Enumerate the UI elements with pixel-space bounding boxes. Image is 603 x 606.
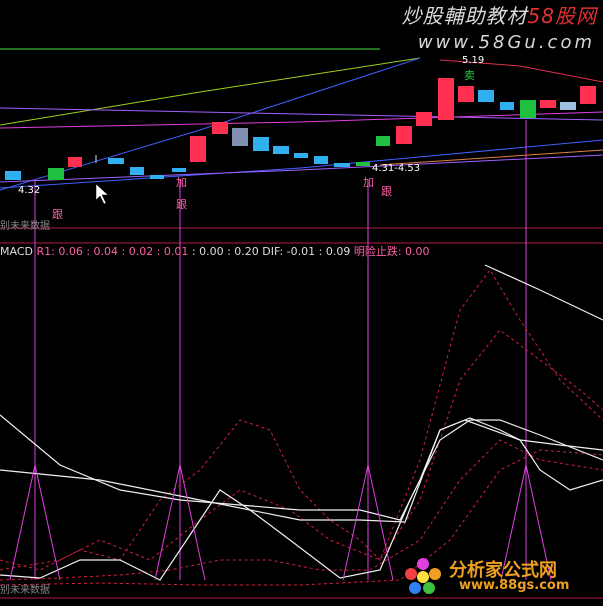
watermark-url: www.58Gu.com <box>417 32 595 53</box>
macd-dotted-lines <box>0 269 603 586</box>
price-low-left-label: 4.32 <box>18 185 41 196</box>
follow-signal-label-2: 跟 <box>176 198 187 211</box>
logo-url: www.88gs.com <box>459 578 570 593</box>
macd-white-lines <box>0 264 603 581</box>
macd-values: : 0.00 : 0.20 <box>191 245 259 258</box>
price-range-label: 4.31-4.53 <box>372 163 421 174</box>
add-signal-label: 加 <box>176 176 187 189</box>
stock-chart <box>0 48 603 599</box>
mouse-cursor <box>95 183 109 205</box>
follow-signal-label: 跟 <box>52 208 63 221</box>
future-data-label-bottom: 别未来数据 <box>0 585 50 596</box>
price-high-label: 5.19 <box>462 55 485 66</box>
follow-signal-label-3: 跟 <box>381 185 392 198</box>
macd-name: MACD <box>0 245 33 258</box>
flower-icon <box>405 558 441 594</box>
candles <box>5 78 596 180</box>
macd-alert: 明险止跌: 0.00 <box>353 245 430 258</box>
blue-ma-2 <box>0 139 603 189</box>
macd-header: MACD R1: 0.06 : 0.04 : 0.02 : 0.01 : 0.0… <box>0 246 430 257</box>
future-data-label-top: 别未来数据 <box>0 221 50 232</box>
watermark-title-cn: 炒股輔助教材 <box>401 4 528 28</box>
site-logo: 分析家公式网 www.88gs.com <box>397 556 597 596</box>
watermark-title-red: 58股网 <box>527 4 597 28</box>
add-signal-label-2: 加 <box>363 176 374 189</box>
sell-signal-label: 卖 <box>464 69 475 82</box>
signal-vertical-lines <box>34 120 527 580</box>
purple-ma-3 <box>0 154 603 183</box>
watermark-title: 炒股輔助教材58股网 <box>402 6 597 26</box>
macd-dif: DIF: -0.01 : 0.09 <box>262 245 351 258</box>
macd-params: R1: 0.06 : 0.04 : 0.02 : 0.01 <box>36 245 189 258</box>
